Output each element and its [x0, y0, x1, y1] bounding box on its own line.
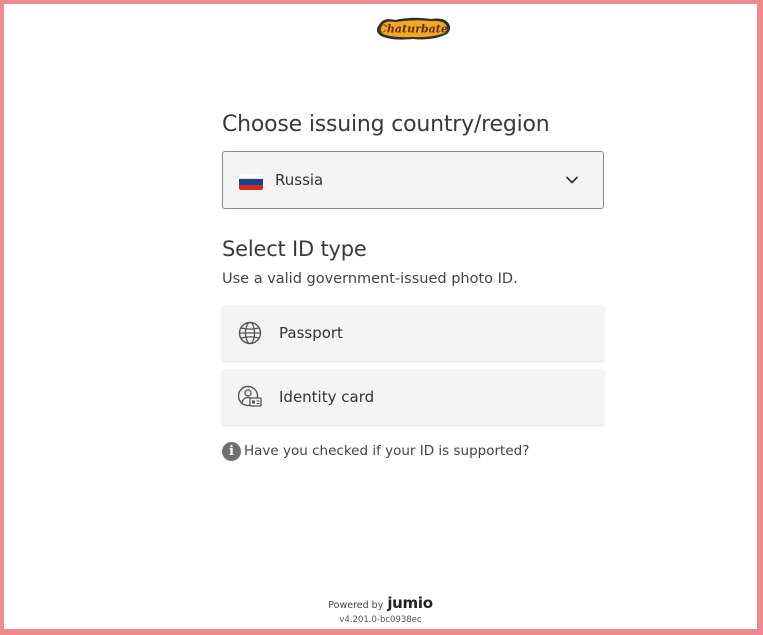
footer: Powered by jumio v4.201.0-bc0938ec: [4, 594, 757, 626]
identity-card-option[interactable]: Identity card: [222, 369, 604, 425]
id-supported-help-link[interactable]: i Have you checked if your ID is support…: [222, 441, 529, 461]
chaturbate-logo: Chaturbate: [373, 15, 453, 43]
passport-option[interactable]: Passport: [222, 305, 604, 361]
powered-by: Powered by jumio: [4, 594, 757, 615]
help-text: Have you checked if your ID is supported…: [244, 443, 530, 459]
country-heading: Choose issuing country/region: [222, 112, 550, 137]
page-frame: Chaturbate Choose issuing country/region…: [4, 4, 757, 629]
identity-card-label: Identity card: [279, 388, 375, 406]
jumio-logo: jumio: [387, 594, 433, 612]
passport-label: Passport: [279, 324, 343, 342]
id-type-heading: Select ID type: [222, 237, 367, 261]
powered-by-label: Powered by: [328, 600, 384, 611]
chevron-down-icon: [566, 176, 578, 184]
selected-country: Russia: [275, 171, 324, 189]
info-icon: i: [222, 441, 241, 461]
main-content: Choose issuing country/region Russia Sel…: [222, 109, 604, 461]
id-type-subtitle: Use a valid government-issued photo ID.: [222, 271, 518, 287]
svg-text:Chaturbate: Chaturbate: [378, 23, 448, 36]
globe-icon: [238, 321, 262, 345]
russia-flag-icon: [239, 174, 263, 190]
country-dropdown[interactable]: Russia: [222, 151, 604, 209]
id-card-icon: [238, 385, 262, 407]
version-label: v4.201.0-bc0938ec: [339, 615, 422, 625]
